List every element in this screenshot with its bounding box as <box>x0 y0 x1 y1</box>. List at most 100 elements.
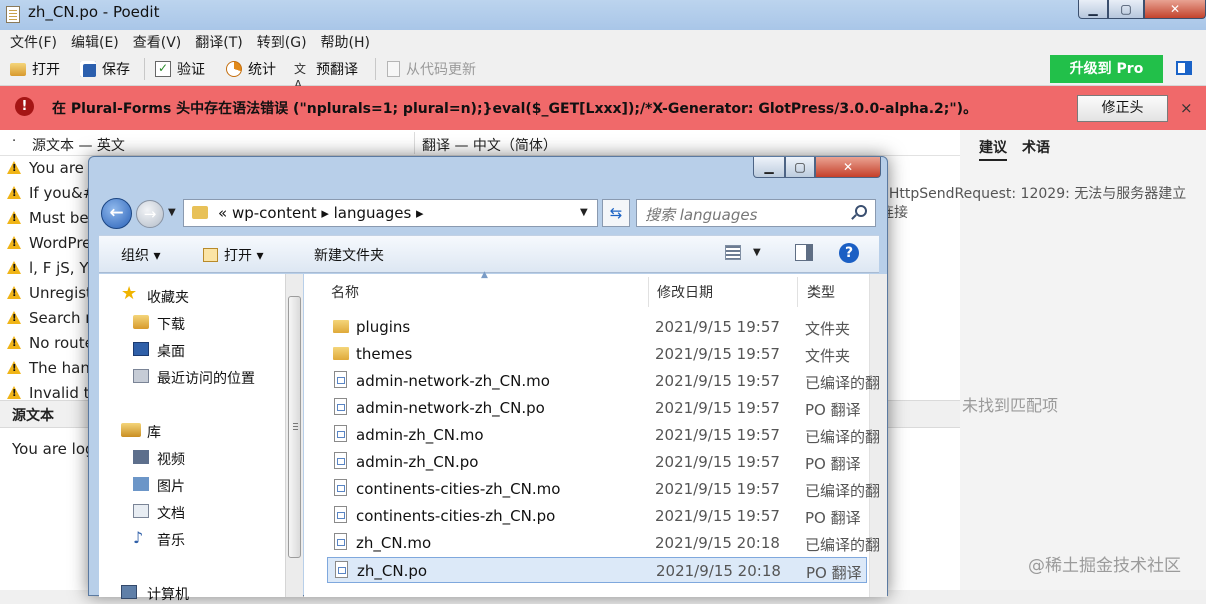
source-text-value: You are log <box>12 440 95 458</box>
translate-icon: 文A <box>294 62 307 92</box>
po-file-icon <box>334 371 347 388</box>
column-date-header[interactable]: 修改日期 <box>657 282 713 302</box>
checkmark-icon: ✓ <box>155 61 171 77</box>
file-name: continents-cities-zh_CN.mo <box>356 480 561 498</box>
view-list-icon[interactable] <box>725 245 741 260</box>
window-title: zh_CN.po - Poedit <box>28 3 160 21</box>
menu-view[interactable]: 查看(V) <box>123 30 186 52</box>
refresh-icon[interactable]: ⇆ <box>602 199 630 227</box>
file-type: 已编译的翻 <box>805 536 881 554</box>
file-row[interactable]: admin-network-zh_CN.mo 2021/9/15 19:57 已编译… <box>327 368 880 394</box>
folder-row[interactable]: themes 2021/9/15 19:57 文件夹 <box>327 341 867 367</box>
title-bar[interactable] <box>0 0 1206 30</box>
search-icon[interactable] <box>855 205 867 217</box>
file-date: 2021/9/15 19:57 <box>655 453 780 471</box>
nav-downloads[interactable]: 下载 <box>157 314 185 334</box>
menu-help[interactable]: 帮助(H) <box>311 30 374 52</box>
source-text-label: 源文本 <box>12 408 54 424</box>
nav-desktop[interactable]: 桌面 <box>157 341 185 361</box>
menu-go[interactable]: 转到(G) <box>247 30 311 52</box>
navigation-scrollbar[interactable] <box>285 274 303 597</box>
file-type: PO 翻译 <box>805 509 861 527</box>
save-button[interactable]: 保存 <box>80 59 130 79</box>
organize-button[interactable]: 组织 ▾ <box>121 245 160 265</box>
file-name: admin-network-zh_CN.po <box>356 399 545 417</box>
menu-bar: 文件(F) 编辑(E) 查看(V) 翻译(T) 转到(G) 帮助(H) <box>0 30 1206 52</box>
nav-music[interactable]: 音乐 <box>157 530 185 550</box>
view-dropdown-icon[interactable]: ▼ <box>753 247 761 258</box>
downloads-folder-icon <box>133 315 149 329</box>
tab-suggestions[interactable]: 建议 <box>979 137 1007 161</box>
scrollbar-thumb[interactable] <box>288 296 301 558</box>
validate-button[interactable]: ✓ 验证 <box>155 59 205 79</box>
maximize-button[interactable]: ▢ <box>1108 0 1144 19</box>
dialog-maximize-button[interactable]: ▢ <box>785 157 815 178</box>
file-row[interactable]: continents-cities-zh_CN.mo 2021/9/15 19:5… <box>327 476 880 502</box>
close-error-icon[interactable]: × <box>1180 99 1193 117</box>
forward-arrow-icon[interactable]: → <box>136 200 164 228</box>
column-type-header[interactable]: 类型 <box>807 282 835 302</box>
nav-computer[interactable]: 计算机 <box>147 584 189 604</box>
column-divider[interactable] <box>414 132 415 154</box>
preview-pane-icon[interactable] <box>795 244 813 261</box>
column-divider[interactable] <box>648 277 649 307</box>
file-type: PO 翻译 <box>805 455 861 473</box>
dialog-minimize-button[interactable]: ▁ <box>753 157 785 178</box>
file-row[interactable]: continents-cities-zh_CN.po 2021/9/15 19:5… <box>327 503 867 529</box>
file-row[interactable]: admin-zh_CN.po 2021/9/15 19:57 PO 翻译 <box>327 449 867 475</box>
search-input[interactable]: 搜索 languages <box>636 199 876 227</box>
file-name: plugins <box>356 318 411 336</box>
back-arrow-icon[interactable]: ← <box>101 198 132 229</box>
app-document-icon <box>6 6 20 23</box>
toolbar: 打开 保存 ✓ 验证 统计 文A 预翻译 从代码更新 <box>0 52 1206 92</box>
sidebar-toggle-icon[interactable] <box>1176 61 1192 75</box>
update-from-code-button[interactable]: 从代码更新 <box>387 59 476 79</box>
status-column-header[interactable]: · <box>12 134 16 149</box>
translation-column-header[interactable]: 翻译 — 中文（简体） <box>422 135 557 155</box>
file-row[interactable]: zh_CN.mo 2021/9/15 20:18 已编译的翻 <box>327 530 880 556</box>
new-folder-button[interactable]: 新建文件夹 <box>314 245 384 265</box>
nav-pictures[interactable]: 图片 <box>157 476 185 496</box>
column-name-header[interactable]: 名称 <box>331 282 359 302</box>
nav-videos[interactable]: 视频 <box>157 449 185 469</box>
menu-translate[interactable]: 翻译(T) <box>185 30 246 52</box>
file-type: 已编译的翻 <box>805 482 881 500</box>
open-file-dialog[interactable]: ▁ ▢ ✕ ← → ▼ « wp-content ▸ languages ▸ ▼… <box>88 156 888 603</box>
file-date: 2021/9/15 20:18 <box>655 534 780 552</box>
music-note-icon: ♪ <box>133 528 144 547</box>
menu-file[interactable]: 文件(F) <box>0 30 61 52</box>
file-row[interactable]: admin-zh_CN.mo 2021/9/15 19:57 已编译的翻 <box>327 422 880 448</box>
nav-documents[interactable]: 文档 <box>157 503 185 523</box>
upgrade-pro-button[interactable]: 升级到 Pro <box>1050 55 1163 83</box>
nav-libraries[interactable]: 库 <box>147 422 161 442</box>
warning-icon <box>7 261 21 274</box>
nav-favorites[interactable]: 收藏夹 <box>147 287 189 307</box>
warning-icon <box>7 161 21 174</box>
minimize-button[interactable]: ▁ <box>1078 0 1108 19</box>
toolbar-separator <box>375 58 376 80</box>
open-menu-button[interactable]: 打开 ▾ <box>203 245 263 265</box>
pretranslate-button[interactable]: 文A 预翻译 <box>294 59 358 92</box>
address-bar[interactable]: « wp-content ▸ languages ▸ ▼ <box>183 199 598 227</box>
history-dropdown-icon[interactable]: ▼ <box>168 207 176 218</box>
column-divider[interactable] <box>797 277 798 307</box>
menu-edit[interactable]: 编辑(E) <box>61 30 123 52</box>
close-button[interactable]: ✕ <box>1144 0 1206 19</box>
fix-header-button[interactable]: 修正头 <box>1077 95 1168 122</box>
tab-terms[interactable]: 术语 <box>1022 137 1050 157</box>
folder-row[interactable]: plugins 2021/9/15 19:57 文件夹 <box>327 314 867 340</box>
file-type: 文件夹 <box>805 347 851 365</box>
open-button[interactable]: 打开 <box>10 59 60 79</box>
address-dropdown-icon[interactable]: ▼ <box>580 207 588 218</box>
source-column-header[interactable]: 源文本 — 英文 <box>32 135 125 155</box>
help-icon[interactable]: ? <box>839 243 859 263</box>
address-path[interactable]: « wp-content ▸ languages ▸ <box>218 204 424 222</box>
file-row[interactable]: zh_CN.po 2021/9/15 20:18 PO 翻译 <box>327 557 867 583</box>
dialog-close-button[interactable]: ✕ <box>815 157 881 178</box>
file-name: zh_CN.po <box>357 562 428 580</box>
document-update-icon <box>387 61 400 77</box>
folder-open-icon <box>10 62 26 76</box>
file-row[interactable]: admin-network-zh_CN.po 2021/9/15 19:57 PO … <box>327 395 867 421</box>
statistics-button[interactable]: 统计 <box>226 59 276 79</box>
nav-recent[interactable]: 最近访问的位置 <box>157 368 255 388</box>
